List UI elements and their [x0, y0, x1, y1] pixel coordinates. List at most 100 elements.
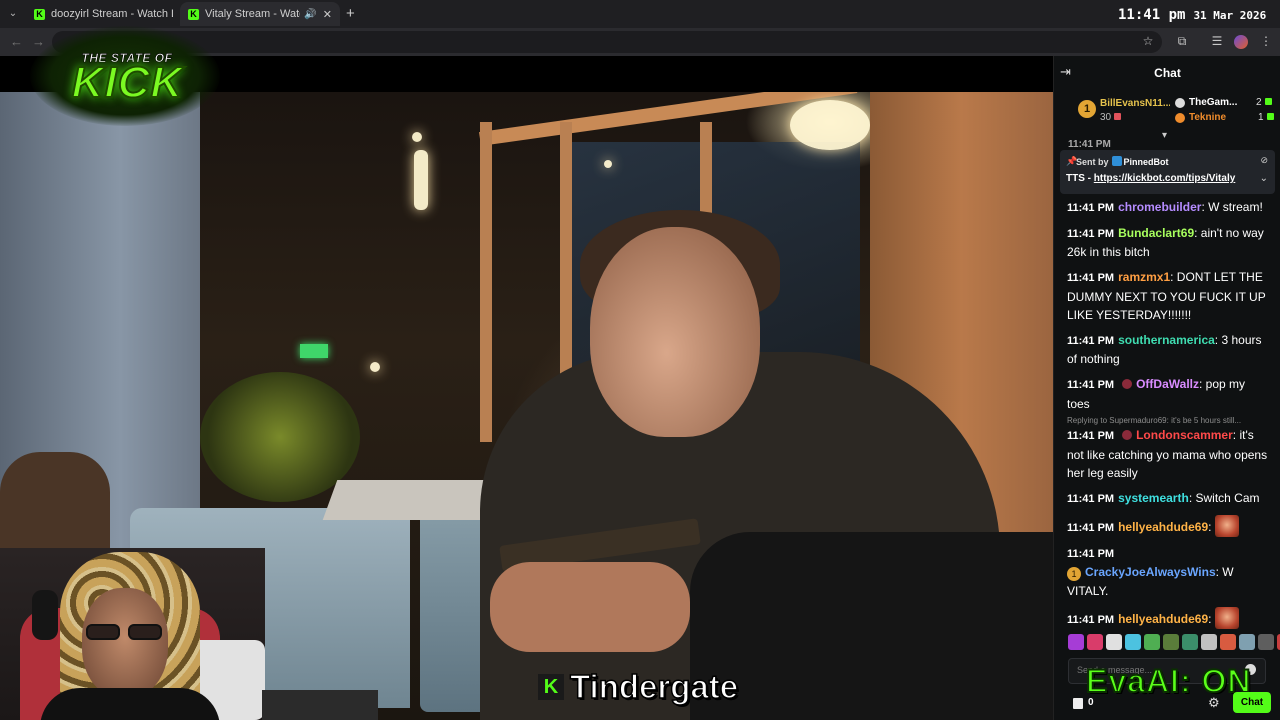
- emote-icon[interactable]: [1125, 634, 1141, 650]
- emote-icon[interactable]: [1106, 634, 1122, 650]
- caption-text: Tindergate: [569, 667, 739, 706]
- tab-bar: ⌄ K doozyirl Stream - Watch Live on ✕ K …: [0, 0, 1280, 28]
- gifter-name[interactable]: Teknine: [1189, 112, 1226, 123]
- ceiling-lamp: [790, 100, 870, 150]
- gifter-name[interactable]: TheGam...: [1189, 97, 1245, 108]
- close-tab-icon[interactable]: ✕: [323, 8, 332, 21]
- gift-count: 2: [1256, 97, 1262, 108]
- collapse-gifters-icon[interactable]: ▾: [1162, 130, 1167, 141]
- gifter-count: 30: [1100, 112, 1122, 123]
- chat-title: Chat: [1154, 66, 1181, 80]
- chat-message[interactable]: 11:41 PM ramzmx1: DONT LET THE DUMMY NEXT…: [1067, 268, 1271, 325]
- emote-icon[interactable]: [1258, 634, 1274, 650]
- gifter-name[interactable]: BillEvansN11...: [1100, 98, 1170, 109]
- glasses: [86, 624, 166, 642]
- user-badge-icon: [1122, 430, 1133, 441]
- emote-icon[interactable]: [1182, 634, 1198, 650]
- gift-icon: [1264, 98, 1272, 105]
- message-username[interactable]: Bundaclart69: [1118, 226, 1194, 240]
- clock-date: 31 Mar 2026: [1193, 9, 1267, 22]
- rank-badge: 1: [1078, 100, 1096, 118]
- jacket-sleeve: [690, 532, 1053, 720]
- channel-points-icon[interactable]: [1073, 698, 1083, 709]
- message-username[interactable]: southernamerica: [1118, 333, 1215, 347]
- kick-favicon-icon: K: [34, 8, 45, 20]
- light: [604, 160, 612, 168]
- unpin-icon[interactable]: ⊘: [1260, 155, 1268, 166]
- bookmark-star-icon[interactable]: ☆: [1140, 34, 1156, 48]
- message-text: W stream!: [1208, 200, 1263, 214]
- emote-icon[interactable]: [1220, 634, 1236, 650]
- gift-count: 30: [1100, 112, 1112, 123]
- emote-icon[interactable]: [1087, 634, 1103, 650]
- gifter-badge-icon: [1175, 98, 1185, 108]
- message-username[interactable]: OffDaWallz: [1136, 377, 1199, 391]
- gift-icon: [1266, 113, 1274, 120]
- chat-panel: ⇥ Chat 1 BillEvansN11... 30 TheGam... 2 …: [1053, 56, 1280, 720]
- pinned-sent-by: Sent by PinnedBot: [1076, 156, 1169, 167]
- message-username[interactable]: ramzmx1: [1118, 270, 1170, 284]
- message-username[interactable]: Londonscammer: [1136, 428, 1233, 442]
- message-time: 11:41 PM: [1067, 522, 1115, 535]
- message-time: 11:41 PM: [1067, 430, 1115, 443]
- reply-context[interactable]: Replying to Supermaduro69: it's be 5 hou…: [1067, 416, 1271, 425]
- pinned-bot-name: PinnedBot: [1123, 157, 1169, 167]
- send-chat-button[interactable]: Chat: [1233, 692, 1271, 713]
- chat-message[interactable]: 11:41 PM 1 CrackyJoeAlwaysWins: W VITALY.: [1067, 544, 1271, 601]
- emote-icon[interactable]: [1163, 634, 1179, 650]
- user-badge-icon: [1122, 379, 1133, 390]
- new-tab-icon[interactable]: +: [346, 5, 355, 23]
- message-username[interactable]: hellyeahdude69: [1118, 612, 1208, 626]
- message-time: 11:41 PM: [1067, 272, 1115, 285]
- gifter-badge-icon: [1175, 113, 1185, 123]
- hands: [490, 562, 690, 652]
- url-field[interactable]: [52, 31, 1162, 53]
- profile-avatar[interactable]: [1234, 35, 1248, 49]
- pinned-link[interactable]: https://kickbot.com/tips/Vitaly: [1094, 173, 1236, 184]
- light: [370, 362, 380, 372]
- emote-icon: [1214, 606, 1239, 629]
- emote-icon[interactable]: [1201, 634, 1217, 650]
- gifter-count: 1: [1258, 112, 1274, 123]
- caption: K Tindergate: [538, 666, 739, 708]
- chat-message[interactable]: 11:41 PM systemearth: Switch Cam: [1067, 489, 1271, 509]
- gear-icon[interactable]: ⚙: [1208, 695, 1220, 711]
- points-count: 0: [1088, 697, 1094, 708]
- message-time: 11:41 PM: [1067, 379, 1115, 392]
- forward-icon[interactable]: →: [32, 34, 45, 49]
- chat-message[interactable]: 11:41 PM hellyeahdude69:: [1067, 606, 1271, 630]
- clock-time: 11:41 pm: [1118, 7, 1186, 23]
- cutoff-message: 11:41 PM: [1068, 139, 1111, 147]
- emote-icon[interactable]: [1068, 634, 1084, 650]
- tab-doozyirl[interactable]: K doozyirl Stream - Watch Live on ✕: [26, 2, 196, 26]
- back-icon[interactable]: ←: [10, 34, 23, 49]
- pinned-message[interactable]: 📌 Sent by PinnedBot ⊘ TTS - https://kickb…: [1060, 150, 1275, 194]
- message-username[interactable]: hellyeahdude69: [1118, 520, 1208, 534]
- tab-search-icon[interactable]: ☰: [1209, 34, 1225, 48]
- emote-icon[interactable]: [1239, 634, 1255, 650]
- chat-message[interactable]: 11:41 PM OffDaWallz: pop my toes: [1067, 375, 1271, 413]
- chat-message[interactable]: 11:41 PM Bundaclart69: ain't no way 26k i…: [1067, 224, 1271, 262]
- chat-message[interactable]: 11:41 PM hellyeahdude69:: [1067, 515, 1271, 538]
- message-time: 11:41 PM: [1067, 202, 1115, 214]
- emote-icon: [1214, 515, 1239, 538]
- emote-icon[interactable]: [1144, 634, 1160, 650]
- message-username[interactable]: systemearth: [1118, 491, 1189, 505]
- light: [412, 132, 422, 142]
- tab-title: doozyirl Stream - Watch Live on: [51, 8, 173, 20]
- chat-message[interactable]: 11:41 PM chromebuilder: W stream!: [1067, 198, 1271, 218]
- extensions-icon[interactable]: ⧉: [1174, 34, 1190, 49]
- chevron-down-icon[interactable]: ⌄: [1260, 173, 1268, 184]
- menu-icon[interactable]: ⋮: [1258, 34, 1274, 48]
- tab-vitaly[interactable]: K Vitaly Stream - Watch Live o 🔊 ✕: [180, 2, 340, 26]
- chat-message[interactable]: 11:41 PM Londonscammer: it's not like cat…: [1067, 426, 1271, 483]
- chat-message[interactable]: 11:41 PM southernamerica: 3 hours of noth…: [1067, 331, 1271, 369]
- message-text: Switch Cam: [1195, 491, 1260, 506]
- chat-footer: 0 ⚙ Chat: [1053, 690, 1280, 720]
- kick-logo-icon: K: [538, 674, 564, 700]
- tab-title: Vitaly Stream - Watch Live o: [205, 8, 300, 20]
- message-username[interactable]: CrackyJoeAlwaysWins: [1085, 565, 1216, 579]
- tab-search-dropdown-icon[interactable]: ⌄: [4, 5, 22, 23]
- speaker-icon[interactable]: 🔊: [304, 9, 316, 20]
- message-username[interactable]: chromebuilder: [1118, 200, 1201, 214]
